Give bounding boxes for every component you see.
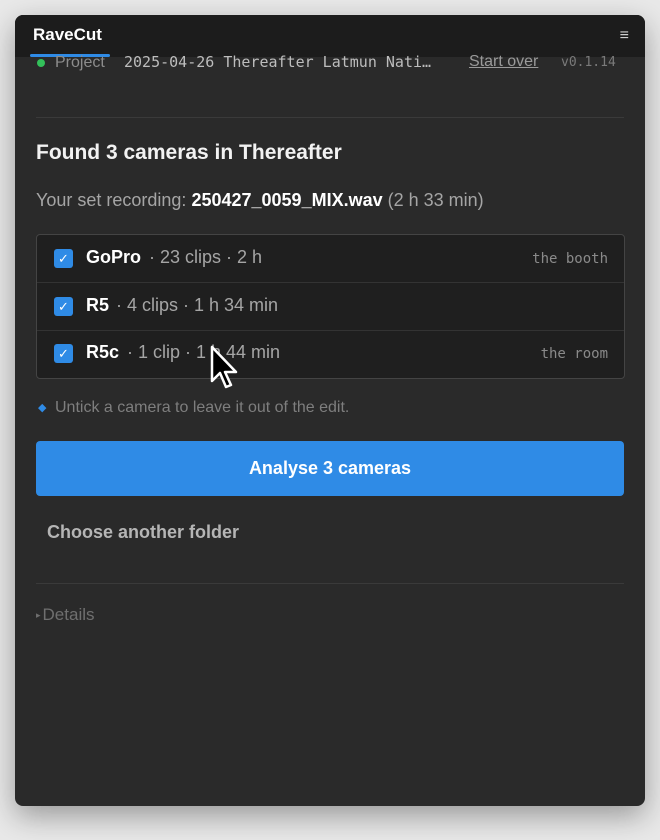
- caret-right-icon: ▸: [36, 610, 41, 621]
- start-over-link[interactable]: Start over: [469, 53, 538, 71]
- set-recording-line: Your set recording: 250427_0059_MIX.wav …: [36, 190, 484, 211]
- camera-meta: · 1 clip · 1 h 44 min: [127, 342, 281, 362]
- divider: [36, 583, 624, 584]
- camera-list: ✓ GoPro · 23 clips · 2 h the booth ✓ R5 …: [36, 234, 625, 379]
- app-title-tab[interactable]: RaveCut: [33, 25, 102, 45]
- title-bar: RaveCut ≡: [15, 15, 645, 57]
- hamburger-menu-icon[interactable]: ≡: [620, 27, 629, 45]
- project-label: Project: [55, 54, 105, 71]
- diamond-icon: ◆: [38, 402, 47, 414]
- camera-name: GoPro: [86, 247, 142, 267]
- app-window: RaveCut ≡ Project 2025-04-26 Thereafter …: [15, 15, 645, 806]
- camera-meta: · 23 clips · 2 h: [149, 247, 263, 267]
- camera-checkbox-icon[interactable]: ✓: [54, 297, 73, 316]
- camera-checkbox-icon[interactable]: ✓: [54, 249, 73, 268]
- camera-checkbox-icon[interactable]: ✓: [54, 344, 73, 363]
- camera-row-gopro[interactable]: ✓ GoPro · 23 clips · 2 h the booth: [37, 235, 624, 283]
- divider: [36, 117, 624, 118]
- page-heading: Found 3 cameras in Thereafter: [36, 141, 342, 164]
- project-name: 2025-04-26 Thereafter Latmun Nati…: [124, 53, 432, 71]
- camera-row-r5c[interactable]: ✓ R5c · 1 clip · 1 h 44 min the room: [37, 330, 624, 377]
- version-label: v0.1.14: [561, 55, 616, 70]
- camera-name: R5: [86, 295, 110, 315]
- mouse-cursor-icon: [210, 345, 238, 389]
- recording-prefix: Your set recording:: [36, 190, 187, 210]
- hint-text: Untick a camera to leave it out of the e…: [55, 399, 350, 416]
- recording-filename: 250427_0059_MIX.wav: [191, 190, 383, 210]
- camera-meta: · 4 clips · 1 h 34 min: [116, 295, 279, 315]
- status-dot-icon: [37, 59, 45, 67]
- details-toggle[interactable]: ▸ Details: [36, 605, 95, 625]
- camera-tag: the booth: [532, 251, 608, 267]
- details-label: Details: [42, 605, 95, 624]
- analyse-cameras-button[interactable]: Analyse 3 cameras: [36, 441, 624, 496]
- choose-another-folder-button[interactable]: Choose another folder: [47, 522, 239, 543]
- camera-name: R5c: [86, 342, 120, 362]
- camera-tag: the room: [540, 346, 608, 362]
- recording-duration: (2 h 33 min): [387, 190, 484, 210]
- camera-row-r5[interactable]: ✓ R5 · 4 clips · 1 h 34 min: [37, 283, 624, 331]
